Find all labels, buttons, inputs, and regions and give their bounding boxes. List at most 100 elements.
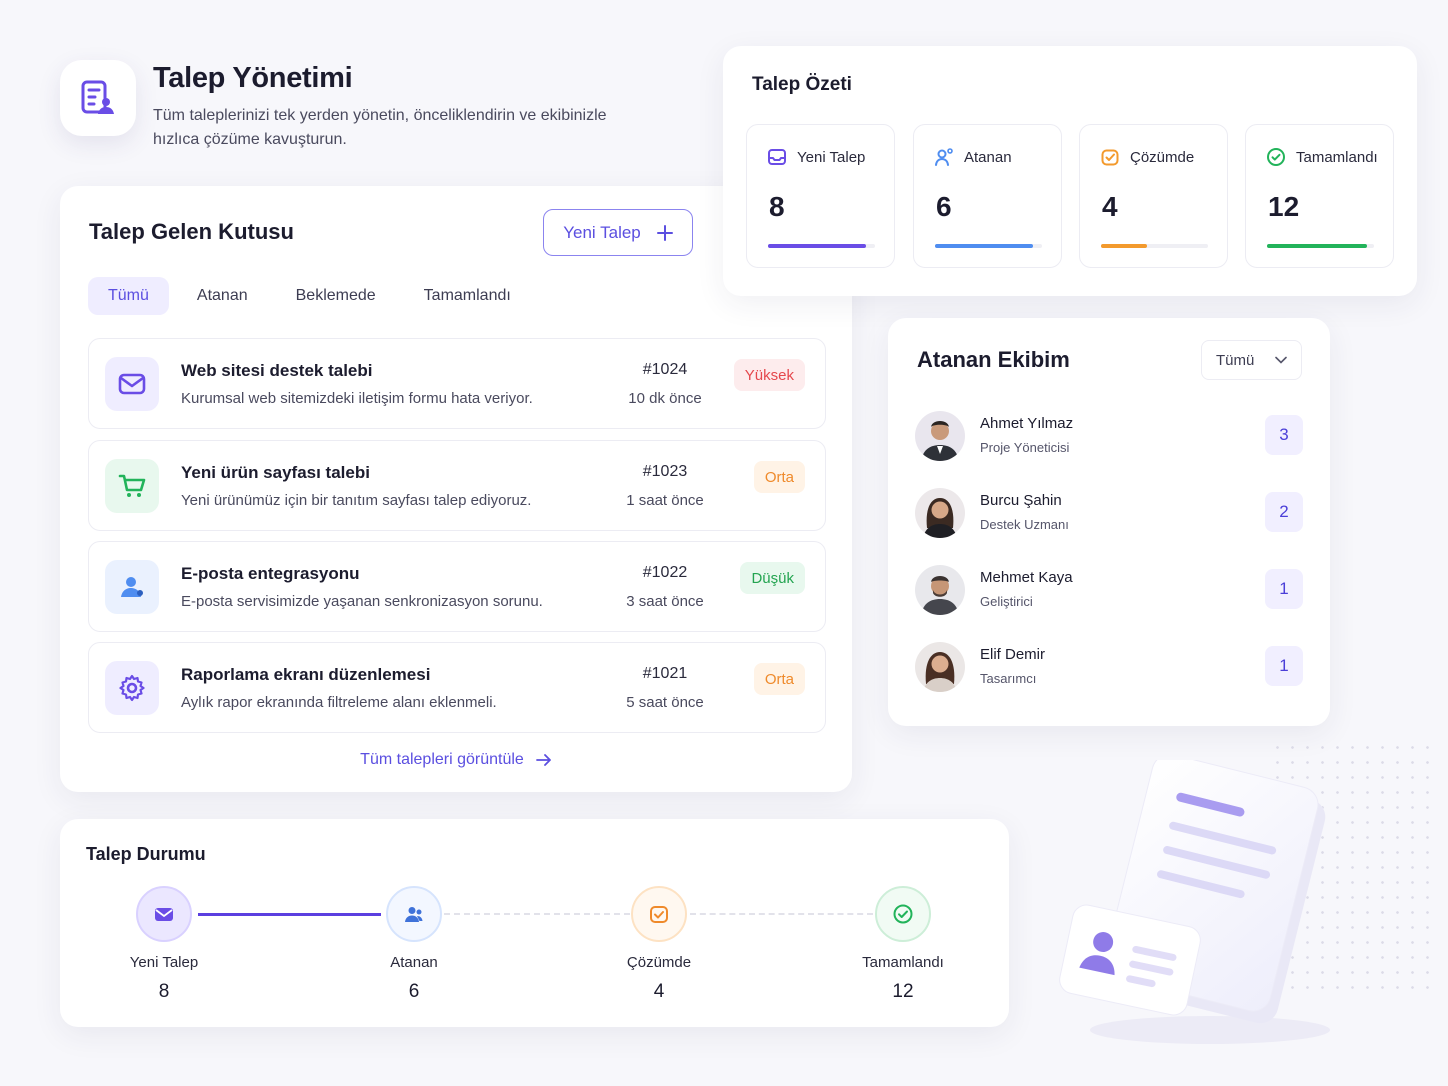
avatar <box>915 642 965 692</box>
ticket-time: 5 saat önce <box>626 694 704 711</box>
inbox-tabs: Tümü Atanan Beklemede Tamamlandı <box>88 277 531 315</box>
team-member[interactable]: Mehmet Kaya Geliştirici 1 <box>915 565 1303 619</box>
step-circle <box>875 886 931 942</box>
stat-label: Tamamlandı <box>1296 148 1378 166</box>
step-label: Atanan <box>390 954 438 971</box>
inbox-icon <box>768 149 786 165</box>
priority-badge: Orta <box>753 663 805 695</box>
status-step-assigned: Atanan 6 <box>354 886 474 1003</box>
team-title: Atanan Ekibim <box>917 347 1070 372</box>
document-user-icon <box>81 80 114 114</box>
team-member[interactable]: Ahmet Yılmaz Proje Yöneticisi 3 <box>915 411 1303 465</box>
ticket-icon-wrap <box>105 560 159 614</box>
step-value: 4 <box>653 981 665 1002</box>
step-value: 6 <box>408 981 420 1002</box>
users-icon <box>405 907 423 922</box>
check-circle-icon <box>893 904 913 924</box>
stat-value: 4 <box>1102 191 1118 222</box>
stat-new-requests[interactable]: Yeni Talep 8 <box>746 124 895 268</box>
ticket-row[interactable]: Yeni ürün sayfası talebi Yeni ürünümüz i… <box>88 440 826 531</box>
request-summary-card: Talep Özeti Yeni Talep 8 Atanan 6 Çözümd… <box>723 46 1417 296</box>
chevron-down-icon <box>1275 356 1287 364</box>
stat-progress <box>1267 244 1374 248</box>
summary-title: Talep Özeti <box>752 74 852 95</box>
member-task-count: 3 <box>1265 415 1303 455</box>
ticket-description: Aylık rapor ekranında filtreleme alanı e… <box>181 694 497 711</box>
tab-pending[interactable]: Beklemede <box>276 277 396 315</box>
new-request-button[interactable]: Yeni Talep <box>543 209 693 256</box>
ticket-title: E-posta entegrasyonu <box>181 564 360 583</box>
avatar <box>915 488 965 538</box>
member-role: Tasarımcı <box>980 671 1037 686</box>
stat-value: 8 <box>769 191 785 222</box>
stat-progress <box>768 244 875 248</box>
ticket-row[interactable]: Raporlama ekranı düzenlemesi Aylık rapor… <box>88 642 826 733</box>
request-status-card: Talep Durumu Yeni Talep 8 Atanan 6 Çözüm… <box>60 819 1009 1027</box>
member-task-count: 1 <box>1265 569 1303 609</box>
ticket-title: Raporlama ekranı düzenlemesi <box>181 665 431 684</box>
status-step-completed: Tamamlandı 12 <box>843 886 963 1003</box>
team-filter-select[interactable]: Tümü <box>1201 340 1302 380</box>
member-role: Destek Uzmanı <box>980 517 1069 532</box>
step-circle <box>631 886 687 942</box>
team-member[interactable]: Burcu Şahin Destek Uzmanı 2 <box>915 488 1303 542</box>
stat-value: 12 <box>1268 191 1300 222</box>
tab-completed[interactable]: Tamamlandı <box>404 277 531 315</box>
clock-check-icon <box>1101 149 1119 166</box>
stat-progress-fill <box>768 244 867 248</box>
member-task-count: 2 <box>1265 492 1303 532</box>
inbox-title: Talep Gelen Kutusu <box>89 219 294 244</box>
stat-in-progress[interactable]: Çözümde 4 <box>1079 124 1228 268</box>
member-name: Mehmet Kaya <box>980 569 1073 586</box>
ticket-time: 3 saat önce <box>626 593 704 610</box>
plus-icon <box>656 224 673 241</box>
stat-progress-fill <box>1267 244 1367 248</box>
status-step-new: Yeni Talep 8 <box>104 886 224 1003</box>
tab-assigned[interactable]: Atanan <box>177 277 268 315</box>
member-task-count: 1 <box>1265 646 1303 686</box>
view-all-label: Tüm talepleri görüntüle <box>360 751 524 768</box>
priority-badge: Düşük <box>740 562 805 594</box>
page-subtitle: Tüm taleplerinizi tek yerden yönetin, ön… <box>153 107 607 148</box>
step-value: 8 <box>158 981 170 1002</box>
member-name: Burcu Şahin <box>980 492 1062 509</box>
team-filter-value: Tümü <box>1216 351 1255 369</box>
step-label: Tamamlandı <box>862 954 944 971</box>
ticket-row[interactable]: Web sitesi destek talebi Kurumsal web si… <box>88 338 826 429</box>
ticket-id: #1022 <box>642 564 688 581</box>
ticket-id: #1021 <box>642 665 688 682</box>
ticket-title: Web sitesi destek talebi <box>181 361 373 380</box>
arrow-right-icon <box>535 754 551 766</box>
ticket-description: E-posta servisimizde yaşanan senkronizas… <box>181 593 543 610</box>
stat-completed[interactable]: Tamamlandı 12 <box>1245 124 1394 268</box>
document-illustration <box>1059 760 1330 1044</box>
clock-check-icon <box>650 906 668 923</box>
assigned-team-card: Atanan Ekibim Tümü Ahmet Yılmaz Proje Yö… <box>888 318 1330 726</box>
stat-assigned[interactable]: Atanan 6 <box>913 124 1062 268</box>
user-icon <box>121 577 143 597</box>
ticket-time: 1 saat önce <box>626 492 704 509</box>
tab-all[interactable]: Tümü <box>88 277 169 315</box>
view-all-link[interactable]: Tüm talepleri görüntüle <box>60 751 852 769</box>
step-label: Çözümde <box>626 954 692 971</box>
team-member[interactable]: Elif Demir Tasarımcı 1 <box>915 642 1303 696</box>
avatar <box>915 565 965 615</box>
page-title: Talep Yönetimi <box>153 62 353 94</box>
stat-progress-fill <box>935 244 1034 248</box>
member-role: Geliştirici <box>980 594 1033 609</box>
step-label: Yeni Talep <box>129 954 199 971</box>
mail-icon <box>118 373 146 395</box>
ticket-title: Yeni ürün sayfası talebi <box>181 463 370 482</box>
avatar <box>915 411 965 461</box>
stat-label: Atanan <box>964 148 1012 166</box>
check-circle-icon <box>1267 148 1285 166</box>
stat-value: 6 <box>936 191 952 222</box>
stat-progress <box>1101 244 1208 248</box>
user-assign-icon <box>935 148 953 166</box>
ticket-id: #1024 <box>642 361 688 378</box>
ticket-id: #1023 <box>642 463 688 480</box>
app-logo <box>60 60 136 136</box>
gear-icon <box>119 674 145 702</box>
ticket-row[interactable]: E-posta entegrasyonu E-posta servisimizd… <box>88 541 826 632</box>
ticket-description: Kurumsal web sitemizdeki iletişim formu … <box>181 390 533 407</box>
